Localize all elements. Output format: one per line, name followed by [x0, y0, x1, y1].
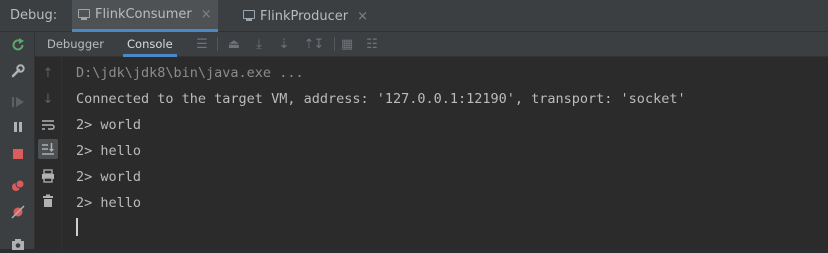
console-line: 2> world	[76, 117, 142, 133]
wrench-icon[interactable]	[9, 62, 27, 80]
close-icon[interactable]: ×	[357, 9, 368, 24]
trash-icon[interactable]	[38, 191, 58, 211]
debug-tool-window-header: Debug: FlinkConsumer × FlinkProducer ×	[0, 0, 828, 32]
run-config-icon	[243, 10, 255, 22]
separator	[217, 37, 218, 51]
soft-wrap-icon[interactable]	[38, 115, 58, 135]
console-line: Connected to the target VM, address: '12…	[76, 91, 686, 107]
show-execution-point-icon[interactable]: ⏏	[226, 36, 242, 52]
debug-left-toolbar	[0, 32, 35, 250]
debug-label: Debug:	[10, 8, 58, 23]
console-line: 2> world	[76, 169, 142, 185]
tab-flink-consumer[interactable]: FlinkConsumer ×	[72, 0, 218, 32]
step-over-icon[interactable]: ⤓	[251, 36, 267, 52]
console-line: 2> hello	[76, 143, 142, 159]
pause-icon[interactable]	[9, 118, 27, 136]
run-config-icon	[78, 8, 90, 21]
print-icon[interactable]	[38, 166, 58, 186]
tab-console[interactable]: Console	[123, 32, 177, 57]
stop-icon[interactable]	[9, 145, 27, 163]
tab-label: FlinkConsumer	[95, 7, 192, 22]
close-icon[interactable]: ×	[201, 7, 212, 22]
rerun-icon[interactable]	[9, 36, 27, 54]
layout-menu-icon[interactable]: ☰	[194, 36, 210, 52]
console-line: 2> hello	[76, 195, 142, 211]
tab-label: FlinkProducer	[260, 8, 349, 24]
trace-stream-icon[interactable]: ☷	[364, 36, 380, 52]
debug-sub-toolbar: Debugger Console ☰ ⏏ ⤓ ⇣ ⇡ ↧ ▦ ☷	[35, 32, 828, 57]
camera-icon[interactable]	[9, 235, 27, 253]
step-into-icon[interactable]: ⇣	[276, 36, 292, 52]
tab-flink-producer[interactable]: FlinkProducer ×	[237, 0, 374, 32]
view-breakpoints-icon[interactable]	[9, 177, 27, 195]
scroll-to-end-icon[interactable]	[38, 139, 58, 159]
tab-debugger[interactable]: Debugger	[43, 32, 108, 57]
text-caret	[76, 218, 78, 236]
command-line: D:\jdk\jdk8\bin\java.exe ...	[76, 65, 304, 81]
mute-breakpoints-icon[interactable]	[9, 203, 27, 221]
arrow-down-icon[interactable]: ↓	[38, 89, 58, 109]
console-output[interactable]: D:\jdk\jdk8\bin\java.exe ... Connected t…	[62, 57, 828, 249]
evaluate-expression-icon[interactable]: ▦	[339, 36, 355, 52]
console-side-toolbar: ↑ ↓	[35, 57, 62, 249]
resume-icon[interactable]	[9, 93, 27, 111]
separator	[334, 37, 335, 51]
arrow-up-icon[interactable]: ↑	[38, 63, 58, 83]
force-step-icon[interactable]: ↧	[311, 36, 327, 52]
